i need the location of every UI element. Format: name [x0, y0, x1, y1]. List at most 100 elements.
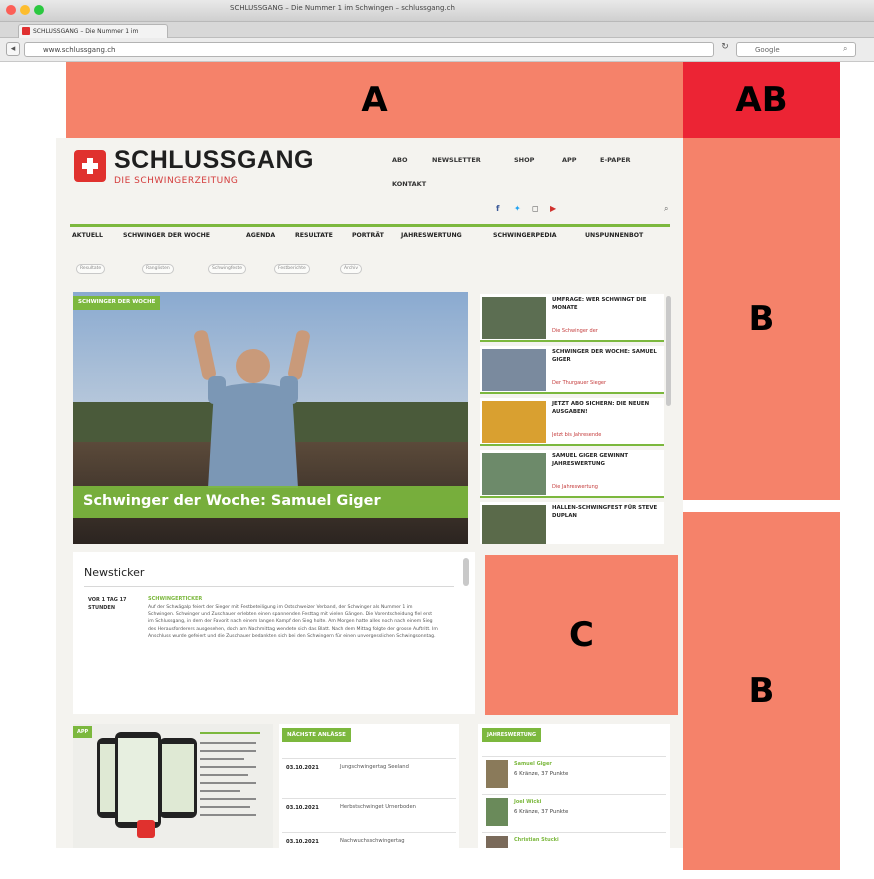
facebook-icon[interactable]: f [496, 204, 499, 213]
nav-agenda[interactable]: AGENDA [246, 232, 275, 239]
event-name: Nachwuchsschwingertag [340, 838, 405, 844]
hero-caption[interactable]: Schwinger der Woche: Samuel Giger [73, 486, 468, 518]
teaser-scrollbar[interactable] [666, 296, 671, 406]
nav-portraet[interactable]: PORTRÄT [352, 232, 384, 239]
reload-icon[interactable]: ↻ [718, 42, 732, 57]
event-name: Herbstschwinget Urnerboden [340, 804, 416, 810]
teaser-title: JETZT ABO SICHERN: DIE NEUEN AUSGABEN! [552, 401, 650, 415]
newsticker-headline[interactable]: SCHWINGERTICKER [148, 596, 202, 602]
list-item[interactable]: HALLEN-SCHWINGFEST FÜR STEVE DUPLAN [480, 502, 664, 544]
topmenu-app[interactable]: APP [562, 156, 577, 164]
teaser-thumbnail [482, 453, 546, 495]
teaser-thumbnail [482, 297, 546, 339]
subnav-item[interactable]: Festberichte [274, 264, 310, 274]
app-tag: APP [73, 726, 93, 738]
newsticker-date: VOR 1 TAG 17 STUNDEN [88, 597, 127, 611]
athlete-name: Joel Wicki [514, 799, 542, 805]
athlete-name: Christian Stucki [514, 837, 559, 843]
site-logo-text[interactable]: SCHLUSSGANG [114, 146, 314, 175]
nav-resultate[interactable]: RESULTATE [295, 232, 333, 239]
ad-slot-a[interactable]: A [66, 62, 683, 138]
teaser-subtitle: Die Schwinger der [552, 328, 598, 334]
app-feature-list [200, 728, 270, 846]
teaser-subtitle: Jetzt bis Jahresende [552, 432, 602, 438]
avatar [486, 836, 508, 848]
search-input[interactable]: Google [736, 42, 856, 57]
topmenu-shop[interactable]: SHOP [514, 156, 534, 164]
window-minimize-button[interactable] [20, 5, 30, 15]
ad-slot-b-top[interactable]: B [683, 138, 840, 500]
topmenu-abo[interactable]: ABO [392, 156, 408, 164]
instagram-icon[interactable]: ◻ [532, 204, 539, 213]
event-date: 03.10.2021 [286, 839, 319, 845]
nav-unspunnenbot[interactable]: UNSPUNNENBOT [585, 232, 643, 239]
phone-image [115, 732, 161, 828]
nav-schwingerpedia[interactable]: SCHWINGERPEDIA [493, 232, 557, 239]
teaser-subtitle: Die Jahreswertung [552, 484, 598, 490]
table-row[interactable]: 03.10.2021 Jungschwingertag Seeland [282, 758, 456, 786]
list-item[interactable]: UMFRAGE: WER SCHWINGT DIE MONATE Die Sch… [480, 294, 664, 342]
newsticker-body: Auf der Schwägalp feiert der Sieger mit … [148, 605, 438, 639]
twitter-icon[interactable]: ✦ [514, 204, 521, 213]
list-item[interactable]: SAMUEL GIGER GEWINNT JAHRESWERTUNG Die J… [480, 450, 664, 498]
subnav-item[interactable]: Resultate [76, 264, 106, 274]
topmenu-newsletter[interactable]: NEWSLETTER [432, 156, 481, 164]
events-title: NÄCHSTE ANLÄSSE [282, 728, 351, 742]
teaser-title: UMFRAGE: WER SCHWINGT DIE MONATE [552, 297, 647, 311]
subnav-item[interactable]: Schwingfeste [208, 264, 247, 274]
newsticker-scrollbar[interactable] [463, 558, 469, 586]
hero-feature[interactable]: SCHWINGER DER WOCHE Schwinger der Woche:… [73, 292, 468, 544]
favicon-icon [22, 27, 30, 35]
list-item[interactable]: Christian Stucki [482, 832, 666, 848]
teaser-thumbnail [482, 349, 546, 391]
teaser-title: SCHWINGER DER WOCHE: SAMUEL GIGER [552, 349, 657, 363]
list-item[interactable]: Samuel Giger 6 Kränze, 37 Punkte [482, 756, 666, 790]
window-title: SCHLUSSGANG – Die Nummer 1 im Schwingen … [230, 4, 455, 12]
newsticker-title: Newsticker [84, 566, 145, 579]
table-row[interactable]: 03.10.2021 Herbstschwinget Urnerboden [282, 798, 456, 826]
teaser-thumbnail [482, 505, 546, 544]
event-name: Jungschwingertag Seeland [340, 764, 409, 770]
list-item[interactable]: SCHWINGER DER WOCHE: SAMUEL GIGER Der Th… [480, 346, 664, 394]
address-bar[interactable]: www.schlussgang.ch [24, 42, 714, 57]
athlete-stats: 6 Kränze, 37 Punkte [514, 809, 569, 815]
ranking-title: JAHRESWERTUNG [482, 728, 542, 742]
hero-athlete-figure [194, 330, 310, 488]
ad-slot-b-bottom[interactable]: B [683, 512, 840, 870]
nav-jahreswertung[interactable]: JAHRESWERTUNG [401, 232, 462, 239]
topmenu-epaper[interactable]: E-PAPER [600, 156, 631, 164]
athlete-name: Samuel Giger [514, 761, 552, 767]
events-box [279, 724, 459, 848]
event-date: 03.10.2021 [286, 805, 319, 811]
site-tagline: DIE SCHWINGERZEITUNG [114, 176, 239, 186]
teaser-thumbnail [482, 401, 546, 443]
avatar [486, 798, 508, 826]
teaser-subtitle: Der Thurgauer Sieger [552, 380, 607, 386]
avatar [486, 760, 508, 788]
nav-aktuell[interactable]: AKTUELL [72, 232, 103, 239]
youtube-icon[interactable]: ▶ [550, 204, 556, 213]
ad-slot-ab[interactable]: AB [683, 62, 840, 138]
logo-icon[interactable] [74, 150, 106, 182]
subnav-item[interactable]: Archiv [340, 264, 363, 274]
table-row[interactable]: 03.10.2021 Nachwuchsschwingertag [282, 832, 456, 848]
window-zoom-button[interactable] [34, 5, 44, 15]
list-item[interactable]: JETZT ABO SICHERN: DIE NEUEN AUSGABEN! J… [480, 398, 664, 446]
list-item[interactable]: Joel Wicki 6 Kränze, 37 Punkte [482, 794, 666, 828]
divider [84, 586, 454, 587]
event-date: 03.10.2021 [286, 765, 319, 771]
teaser-title: HALLEN-SCHWINGFEST FÜR STEVE DUPLAN [552, 505, 658, 519]
search-icon: ⌕ [843, 44, 848, 53]
browser-tab[interactable]: SCHLUSSGANG – Die Nummer 1 im [18, 24, 168, 38]
nav-schwinger-der-woche[interactable]: SCHWINGER DER WOCHE [123, 232, 210, 239]
app-logo-icon [137, 820, 155, 838]
topmenu-kontakt[interactable]: KONTAKT [392, 180, 426, 188]
window-close-button[interactable] [6, 5, 16, 15]
ad-slot-c[interactable]: C [485, 555, 678, 715]
site-search-icon[interactable]: ⌕ [664, 204, 668, 214]
phone-image [159, 738, 197, 818]
subnav-item[interactable]: Ranglisten [142, 264, 174, 274]
back-button[interactable]: ◂ [6, 42, 20, 56]
teaser-title: SAMUEL GIGER GEWINNT JAHRESWERTUNG [552, 453, 629, 467]
hero-tag: SCHWINGER DER WOCHE [73, 296, 161, 310]
